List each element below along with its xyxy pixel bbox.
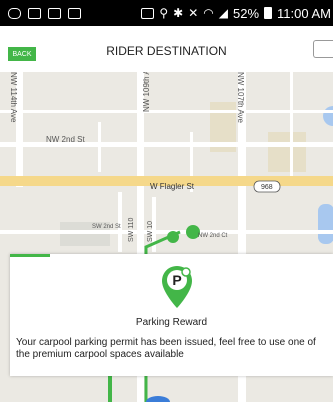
label-nw-2nd: NW 2nd St [46,135,85,144]
water-area [318,204,333,244]
label-nw-2nd-ct: NW 2nd Ct [198,233,228,239]
road-minor [290,72,293,182]
mute-icon: ✕ [188,6,199,20]
rider-location-marker[interactable] [146,396,170,402]
dialog-message: Your carpool parking permit has been iss… [16,337,316,360]
image-icon [48,7,61,19]
message-icon [8,7,21,19]
water-area [323,106,333,126]
battery-icon [264,7,273,19]
image-icon [28,7,41,19]
cast-icon [141,7,155,19]
location-icon: ⚲ [159,6,169,20]
signal-icon: ◢ [218,6,228,20]
dialog-title: Parking Reward [135,317,208,328]
road-sw-2nd [0,230,333,234]
road-sw-110 [118,192,122,252]
label-nw-114th: NW 114th Ave [9,72,18,123]
app-header: BACK RIDER DESTINATION [0,26,333,73]
route-segment [108,372,112,402]
label-sw-2nd: SW 2nd St [92,224,121,230]
label-sw-10: SW 10 [147,221,154,242]
label-sw-110: SW 110 [128,218,135,242]
clock: 11:00 AM [277,5,331,21]
battery-percent: 52% [233,5,260,21]
image-icon [68,7,81,19]
label-nw-107th: NW 107th Ave [236,72,245,124]
label-w-flagler: W Flagler St [150,182,195,191]
dialog-accent-bar [10,254,50,257]
notification-icons [0,7,81,19]
wifi-icon: ◠ [203,6,214,20]
parking-pin-icon: P [162,266,192,308]
road-minor [0,110,333,113]
map-parcel [268,132,306,172]
label-nw-109th: NW 109th Ave [142,72,151,112]
driver-marker[interactable] [167,231,179,243]
label-route-968: 968 [261,184,273,191]
bluetooth-icon: ✱ [173,6,184,20]
chat-icon[interactable] [313,40,333,58]
parking-reward-dialog: P Parking Reward Your carpool parking pe… [10,254,333,376]
system-icons: ⚲ ✱ ✕ ◠ ◢ 52% 11:00 AM [141,0,331,26]
page-title: RIDER DESTINATION [106,44,227,58]
parking-pin-letter: P [172,272,181,288]
status-bar: ⚲ ✱ ✕ ◠ ◢ 52% 11:00 AM [0,0,333,26]
